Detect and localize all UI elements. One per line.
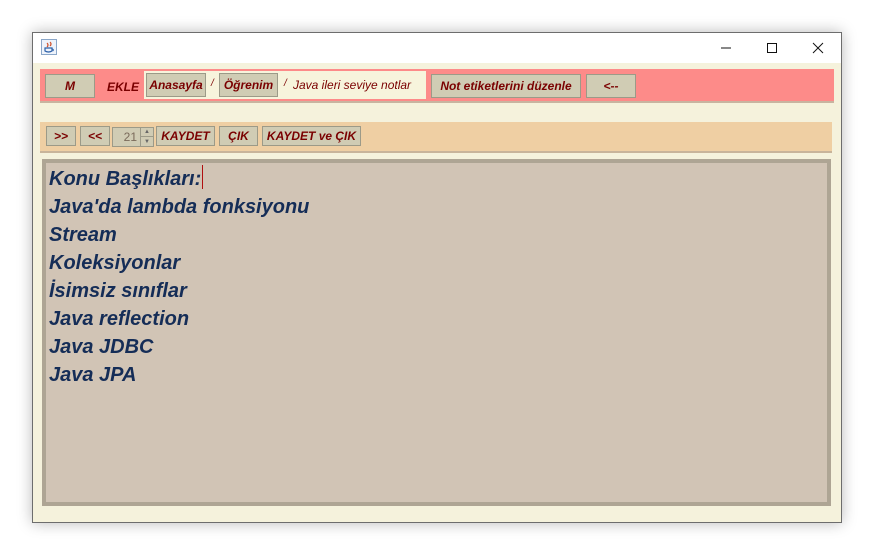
next-note-button[interactable]: >> [46,126,76,146]
note-editor[interactable]: Konu Başlıkları: Java'da lambda fonksiyo… [42,159,831,506]
minimize-icon [721,47,731,49]
font-size-spinner[interactable]: 21 ▲ ▼ [112,127,154,147]
minimize-button[interactable] [703,33,749,63]
editor-line[interactable]: İsimsiz sınıflar [49,277,309,305]
close-icon [812,42,824,54]
breadcrumb-separator: / [284,78,287,89]
breadcrumb-separator: / [211,78,214,89]
spinner-down-arrow-icon[interactable]: ▼ [140,137,153,146]
breadcrumb-anasayfa[interactable]: Anasayfa [146,73,206,97]
editor-line[interactable]: Stream [49,221,309,249]
maximize-icon [767,43,777,53]
java-app-icon [41,39,57,55]
text-caret [202,165,204,189]
note-text[interactable]: Konu Başlıkları: Java'da lambda fonksiyo… [49,165,309,389]
editor-line[interactable]: Java'da lambda fonksiyonu [49,193,309,221]
editor-line[interactable]: Java JDBC [49,333,309,361]
breadcrumb-ogrenim[interactable]: Öğrenim [219,73,278,97]
font-size-value[interactable]: 21 [115,130,137,144]
maximize-button[interactable] [749,33,795,63]
close-button[interactable] [795,33,841,63]
save-button[interactable]: KAYDET [156,126,215,146]
spinner-up-arrow-icon[interactable]: ▲ [140,128,153,137]
edit-tags-button[interactable]: Not etiketlerini düzenle [431,74,581,98]
exit-button[interactable]: ÇIK [219,126,258,146]
save-and-exit-button[interactable]: KAYDET ve ÇIK [262,126,361,146]
breadcrumb-current: Java ileri seviye notlar [293,78,412,92]
prev-note-button[interactable]: << [80,126,110,146]
editor-line[interactable]: Koleksiyonlar [49,249,309,277]
editor-line[interactable]: Java reflection [49,305,309,333]
back-button[interactable]: <-- [586,74,636,98]
breadcrumb: Anasayfa / Öğrenim / Java ileri seviye n… [144,71,426,99]
m-button[interactable]: M [45,74,95,98]
title-bar[interactable] [33,33,841,63]
editor-line-text[interactable]: Konu Başlıkları: [49,168,201,190]
ekle-label[interactable]: EKLE [107,80,139,94]
app-window: M EKLE Anasayfa / Öğrenim / Java ileri s… [32,32,842,523]
editor-line[interactable]: Konu Başlıkları: [49,165,309,193]
editor-line[interactable]: Java JPA [49,361,309,389]
